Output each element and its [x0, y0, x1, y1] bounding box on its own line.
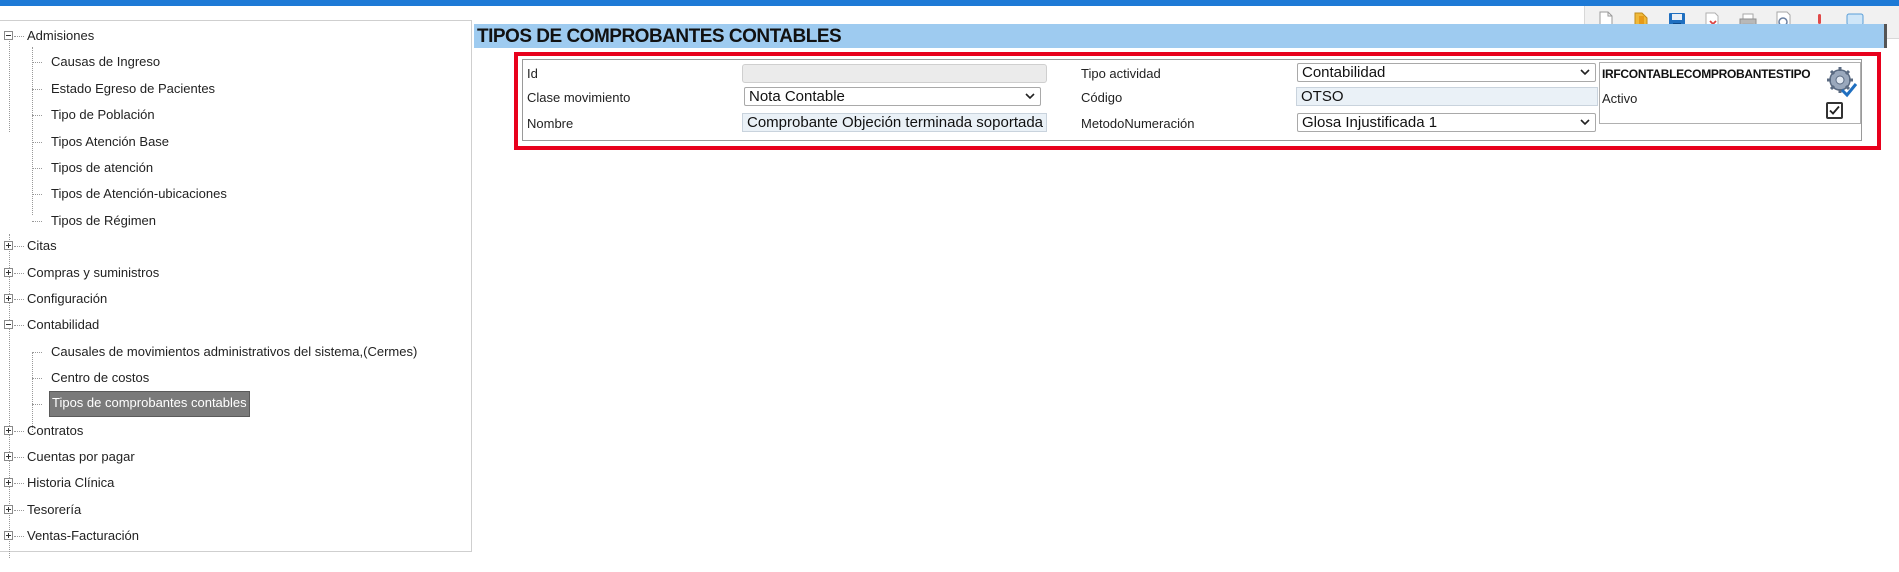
- tree-item-label: Tipos Atención Base: [51, 134, 170, 149]
- tree-connector: [14, 457, 24, 458]
- navigation-tree: Admisiones Causas de Ingreso Estado Egre…: [0, 20, 472, 558]
- tree-group-label: Ventas-Facturación: [27, 528, 140, 543]
- codigo-label: Código: [1081, 90, 1123, 105]
- tree-item-label: Tipos de Régimen: [51, 213, 157, 228]
- tipo-actividad-label: Tipo actividad: [1081, 66, 1161, 81]
- tree-group-label: Contabilidad: [27, 317, 100, 332]
- tree-group-label: Admisiones: [27, 28, 95, 43]
- tree-group-label: Compras y suministros: [27, 265, 160, 280]
- tree-item-label: Causales de movimientos administrativos …: [51, 344, 418, 359]
- tree-connector: [32, 352, 42, 353]
- tree-connector: [14, 483, 24, 484]
- activo-checkbox[interactable]: [1826, 102, 1843, 119]
- metodo-numeracion-select[interactable]: Glosa Injustificada 1: [1297, 113, 1596, 132]
- expand-icon[interactable]: [4, 531, 13, 540]
- component-info-box: IRFCONTABLECOMPROBANTESTIPO Activo: [1599, 62, 1861, 124]
- tree-connector: [32, 62, 42, 63]
- tree-connector: [32, 404, 42, 405]
- tipo-actividad-value: Contabilidad: [1302, 64, 1386, 81]
- tree-item-label: Tipos de Atención-ubicaciones: [51, 186, 227, 201]
- collapse-icon[interactable]: [4, 31, 13, 40]
- tree-group-label: Citas: [27, 238, 57, 253]
- tree-group-label: Tesorería: [27, 502, 82, 517]
- tree-item-label: Tipos de atención: [51, 160, 154, 175]
- tree-group-label: Historia Clínica: [27, 475, 115, 490]
- expand-icon[interactable]: [4, 268, 13, 277]
- clase-movimiento-value: Nota Contable: [749, 88, 845, 105]
- clase-movimiento-select[interactable]: Nota Contable: [744, 87, 1041, 106]
- expand-icon[interactable]: [4, 241, 13, 250]
- tipo-actividad-select[interactable]: Contabilidad: [1297, 63, 1596, 82]
- tree-connector: [14, 431, 24, 432]
- codigo-field[interactable]: OTSO: [1296, 87, 1598, 106]
- expand-icon[interactable]: [4, 452, 13, 461]
- tree-connector: [14, 510, 24, 511]
- tree-connector: [14, 325, 24, 326]
- expand-icon[interactable]: [4, 294, 13, 303]
- id-field: [742, 64, 1047, 83]
- tree-item-label: Estado Egreso de Pacientes: [51, 81, 216, 96]
- expand-icon[interactable]: [4, 505, 13, 514]
- page-title: TIPOS DE COMPROBANTES CONTABLES: [477, 26, 842, 47]
- tree-connector: [32, 378, 42, 379]
- tree-connector: [32, 221, 42, 222]
- page-title-bar: TIPOS DE COMPROBANTES CONTABLES: [474, 24, 1887, 48]
- tree-connector: [32, 115, 42, 116]
- tree-group-label: Contratos: [27, 423, 84, 438]
- tree-connector: [14, 246, 24, 247]
- chevron-down-icon: [1580, 119, 1590, 126]
- tree-connector: [14, 299, 24, 300]
- clase-movimiento-label: Clase movimiento: [527, 90, 631, 105]
- chevron-down-icon: [1580, 69, 1590, 76]
- tree-connector: [14, 36, 24, 37]
- expand-icon[interactable]: [4, 478, 13, 487]
- expand-icon[interactable]: [4, 426, 13, 435]
- gear-icon: [1827, 67, 1858, 98]
- chevron-down-icon: [1025, 93, 1035, 100]
- tree-connector: [14, 273, 24, 274]
- tree-connector: [32, 168, 42, 169]
- checkmark-icon: [1829, 105, 1840, 115]
- tree-item-label: Tipo de Población: [51, 107, 155, 122]
- tree-connector: [14, 536, 24, 537]
- activo-label: Activo: [1602, 91, 1638, 106]
- nombre-label: Nombre: [527, 116, 574, 131]
- metodo-numeracion-value: Glosa Injustificada 1: [1302, 114, 1438, 131]
- tree-group-label: Configuración: [27, 291, 108, 306]
- component-name: IRFCONTABLECOMPROBANTESTIPO: [1602, 67, 1811, 81]
- tree-item-label: Centro de costos: [51, 370, 150, 385]
- tree-item-label-selected: Tipos de comprobantes contables: [49, 391, 250, 417]
- id-label: Id: [527, 66, 538, 81]
- tree-connector: [32, 89, 42, 90]
- metodo-numeracion-label: MetodoNumeración: [1081, 116, 1195, 131]
- collapse-icon[interactable]: [4, 320, 13, 329]
- tree-group-label: Cuentas por pagar: [27, 449, 135, 464]
- tree-connector: [32, 142, 42, 143]
- tree-connector: [32, 194, 42, 195]
- tree-item-label: Causas de Ingreso: [51, 54, 161, 69]
- tree-guide-line: [32, 47, 33, 215]
- tree-guide-line: [9, 36, 10, 132]
- nombre-field[interactable]: Comprobante Objeción terminada soportada: [742, 113, 1047, 132]
